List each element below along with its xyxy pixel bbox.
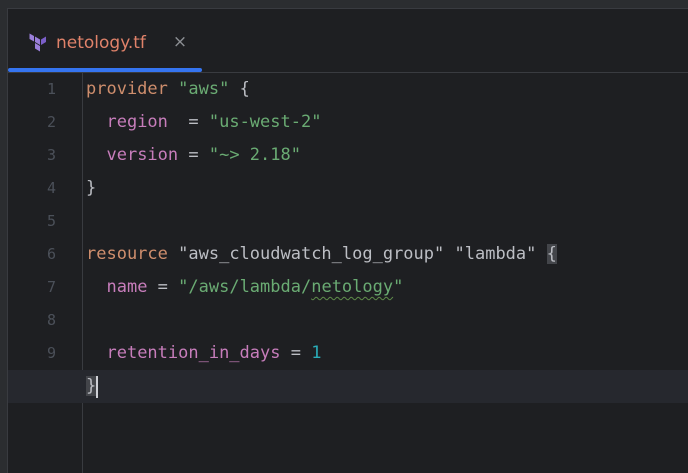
tab-label: netology.tf <box>56 33 146 53</box>
line-number: 2 <box>46 113 56 131</box>
code-token: = <box>280 343 312 363</box>
code-token: version <box>106 145 179 165</box>
editor-tab-bar: netology.tf × <box>8 9 688 73</box>
code-token: "~> 2.18" <box>208 145 301 165</box>
tab-netology-tf[interactable]: netology.tf × <box>8 9 203 72</box>
text-caret <box>96 376 98 398</box>
line-number: 4 <box>46 179 56 197</box>
line-number: 3 <box>46 146 56 164</box>
code-editor[interactable]: provider "aws" { region = "us-west-2" ve… <box>8 73 688 473</box>
line-number: 6 <box>46 245 56 263</box>
code-line: } <box>86 370 97 403</box>
code-token: { <box>229 79 250 99</box>
code-token: " <box>393 277 404 297</box>
code-token: region <box>106 112 168 132</box>
code-line: retention_in_days = 1 <box>86 337 321 370</box>
code-token: "lambda" <box>454 244 537 264</box>
ide-window: netology.tf × 12345678910 provider "aws"… <box>0 0 688 473</box>
tool-window-strip <box>0 8 8 473</box>
code-token: netology <box>311 277 394 297</box>
code-token: "aws" <box>178 79 230 99</box>
code-token: "aws_cloudwatch_log_group" <box>178 244 445 264</box>
line-number-gutter[interactable]: 12345678910 <box>8 73 83 473</box>
line-number: 7 <box>46 278 56 296</box>
code-token: 1 <box>311 343 322 363</box>
code-line: name = "/aws/lambda/netology" <box>86 271 403 304</box>
current-line-highlight <box>8 370 688 403</box>
code-token: } <box>86 376 97 396</box>
terraform-icon <box>29 33 46 52</box>
active-tab-indicator <box>8 68 202 72</box>
line-number: 9 <box>46 344 56 362</box>
code-line: provider "aws" { <box>86 73 250 106</box>
line-number: 5 <box>46 212 56 230</box>
code-token: = <box>167 112 209 132</box>
code-line: } <box>86 172 96 205</box>
code-token: { <box>546 244 557 264</box>
code-token: = <box>178 145 209 165</box>
close-icon[interactable]: × <box>172 31 188 53</box>
line-number: 8 <box>46 311 56 329</box>
code-token: provider <box>86 79 168 99</box>
code-line: region = "us-west-2" <box>86 106 321 139</box>
line-number: 1 <box>46 80 56 98</box>
title-strip <box>0 0 688 9</box>
code-line: resource "aws_cloudwatch_log_group" "lam… <box>86 238 557 271</box>
code-token: = <box>147 277 179 297</box>
code-token: retention_in_days <box>106 343 281 363</box>
code-token: "us-west-2" <box>208 112 322 132</box>
code-token: "/aws/lambda/ <box>178 277 312 297</box>
code-line: version = "~> 2.18" <box>86 139 301 172</box>
code-token: } <box>86 178 97 198</box>
code-token: name <box>106 277 148 297</box>
code-token: resource <box>86 244 168 264</box>
